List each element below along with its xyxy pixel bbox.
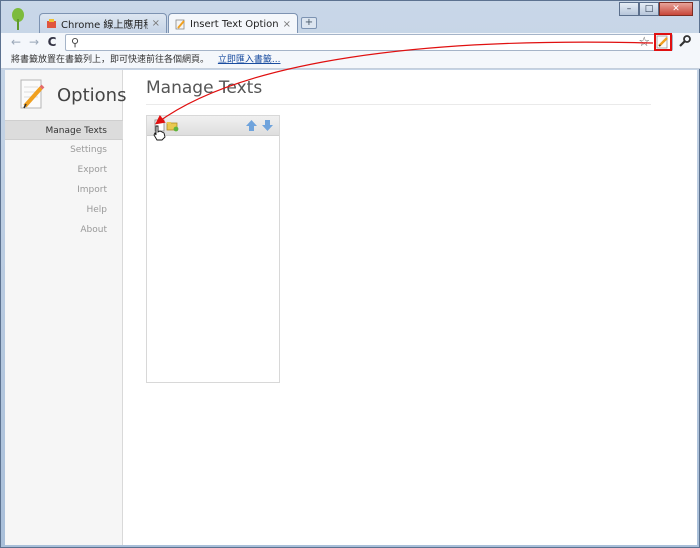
folder-icon[interactable] bbox=[166, 119, 179, 132]
options-title: Options bbox=[57, 84, 127, 106]
browser-toolbar: ← → C ⚲ ☆ bbox=[1, 33, 700, 53]
maximize-button[interactable]: □ bbox=[639, 2, 659, 16]
address-bar[interactable]: ⚲ ☆ bbox=[65, 34, 673, 51]
window-controls: – □ ✕ bbox=[619, 2, 693, 16]
tab-label: Insert Text Options bbox=[190, 18, 279, 30]
import-bookmarks-link[interactable]: 立即匯入書籤... bbox=[218, 55, 281, 65]
page-content: Options Manage Texts Settings Export Imp… bbox=[5, 70, 697, 545]
move-down-icon[interactable] bbox=[261, 119, 274, 132]
menu-item-settings[interactable]: Settings bbox=[5, 140, 123, 160]
reload-button[interactable]: C bbox=[45, 35, 59, 49]
texts-list-panel bbox=[146, 115, 280, 383]
move-up-icon[interactable] bbox=[245, 119, 258, 132]
bookmark-star-icon[interactable]: ☆ bbox=[638, 35, 650, 50]
new-tab-button[interactable]: + bbox=[301, 17, 317, 29]
options-menu: Manage Texts Settings Export Import Help… bbox=[5, 120, 123, 240]
wrench-menu-icon[interactable] bbox=[678, 35, 691, 52]
menu-item-help[interactable]: Help bbox=[5, 200, 123, 220]
insert-text-extension-button[interactable] bbox=[654, 33, 672, 51]
minimize-button[interactable]: – bbox=[619, 2, 639, 16]
close-window-button[interactable]: ✕ bbox=[659, 2, 693, 16]
menu-item-manage-texts[interactable]: Manage Texts bbox=[5, 120, 123, 140]
page-title: Manage Texts bbox=[146, 78, 651, 105]
tab-insert-text-options[interactable]: Insert Text Options × bbox=[168, 13, 298, 34]
menu-item-export[interactable]: Export bbox=[5, 160, 123, 180]
notepad-pencil-icon bbox=[656, 35, 668, 49]
webstore-icon bbox=[47, 19, 56, 28]
main-panel: Manage Texts bbox=[146, 78, 651, 105]
menu-item-about[interactable]: About bbox=[5, 220, 123, 240]
hand-cursor-icon bbox=[153, 125, 166, 141]
tab-label: Chrome 線上應用程式商店 bbox=[61, 20, 148, 31]
brand: Options bbox=[19, 78, 126, 112]
options-sidebar: Options Manage Texts Settings Export Imp… bbox=[5, 70, 126, 545]
list-toolbar bbox=[147, 116, 279, 136]
notepad-pencil-icon bbox=[175, 19, 185, 29]
browser-logo-icon bbox=[12, 8, 24, 30]
menu-item-import[interactable]: Import bbox=[5, 180, 123, 200]
tab-strip: Chrome 線上應用程式商店 × Insert Text Options × … bbox=[1, 1, 700, 34]
forward-button[interactable]: → bbox=[27, 35, 41, 49]
search-icon: ⚲ bbox=[71, 36, 80, 49]
bookmark-bar-message: 將書籤放置在書籤列上，即可快速前往各個網頁。 bbox=[11, 55, 210, 65]
notepad-pencil-icon bbox=[20, 79, 45, 109]
tab-webstore[interactable]: Chrome 線上應用程式商店 × bbox=[39, 13, 167, 33]
close-tab-icon[interactable]: × bbox=[152, 18, 160, 29]
bookmark-bar: 將書籤放置在書籤列上，即可快速前往各個網頁。 立即匯入書籤... bbox=[1, 53, 700, 69]
browser-window: Chrome 線上應用程式商店 × Insert Text Options × … bbox=[0, 0, 700, 548]
close-tab-icon[interactable]: × bbox=[283, 19, 291, 30]
back-button[interactable]: ← bbox=[9, 35, 23, 49]
